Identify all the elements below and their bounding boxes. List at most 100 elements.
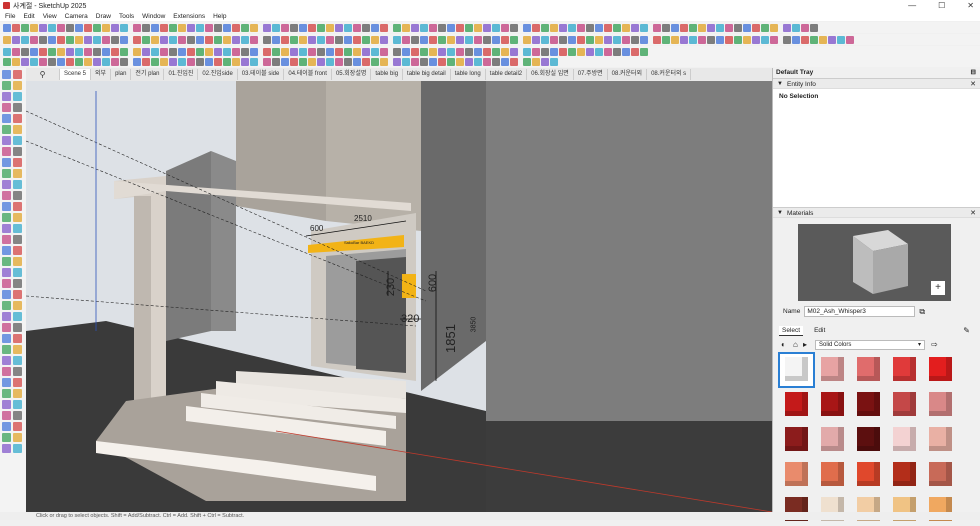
- scene-tab[interactable]: plan: [111, 69, 132, 80]
- tool-button-icon[interactable]: [393, 23, 401, 32]
- tool-button-icon[interactable]: [532, 58, 540, 66]
- tool-button-icon[interactable]: [438, 47, 446, 56]
- tool-button-icon[interactable]: [13, 92, 22, 101]
- tool-button-icon[interactable]: [510, 47, 518, 56]
- tool-button-icon[interactable]: [151, 47, 159, 56]
- tool-button-icon[interactable]: [169, 35, 177, 44]
- tool-button-icon[interactable]: [362, 23, 370, 32]
- tool-button-icon[interactable]: [21, 23, 29, 32]
- tool-button-icon[interactable]: [510, 23, 518, 32]
- tool-button-icon[interactable]: [205, 47, 213, 56]
- entity-info-header[interactable]: ▼ Entity Info ✕: [773, 78, 980, 89]
- tool-button-icon[interactable]: [523, 35, 531, 44]
- tool-button-icon[interactable]: [196, 58, 204, 66]
- tool-button-icon[interactable]: [689, 35, 697, 44]
- material-swatch[interactable]: [888, 424, 921, 456]
- tool-button-icon[interactable]: [622, 23, 630, 32]
- tool-button-icon[interactable]: [568, 47, 576, 56]
- tool-button-icon[interactable]: [142, 58, 150, 66]
- tool-button-icon[interactable]: [2, 356, 11, 365]
- tool-button-icon[interactable]: [93, 58, 101, 66]
- tool-button-icon[interactable]: [613, 47, 621, 56]
- tool-button-icon[interactable]: [13, 400, 22, 409]
- tool-button-icon[interactable]: [13, 334, 22, 343]
- tool-button-icon[interactable]: [2, 125, 11, 134]
- tool-button-icon[interactable]: [241, 58, 249, 66]
- material-swatch[interactable]: [780, 459, 813, 491]
- tool-button-icon[interactable]: [241, 47, 249, 56]
- tool-button-icon[interactable]: [411, 58, 419, 66]
- tool-button-icon[interactable]: [2, 334, 11, 343]
- tool-button-icon[interactable]: [66, 47, 74, 56]
- tool-button-icon[interactable]: [393, 58, 401, 66]
- tool-button-icon[interactable]: [75, 35, 83, 44]
- tool-button-icon[interactable]: [671, 23, 679, 32]
- tool-button-icon[interactable]: [308, 35, 316, 44]
- eyedropper-icon[interactable]: ✎: [963, 326, 970, 335]
- tool-button-icon[interactable]: [586, 47, 594, 56]
- material-swatch[interactable]: [852, 494, 885, 526]
- tool-button-icon[interactable]: [93, 23, 101, 32]
- scene-tab[interactable]: 08.커운터외 s: [647, 69, 692, 80]
- tool-button-icon[interactable]: [501, 47, 509, 56]
- tool-button-icon[interactable]: [640, 47, 648, 56]
- tool-button-icon[interactable]: [371, 35, 379, 44]
- tool-button-icon[interactable]: [631, 47, 639, 56]
- tool-button-icon[interactable]: [362, 58, 370, 66]
- material-swatch[interactable]: [924, 354, 957, 386]
- tool-button-icon[interactable]: [187, 58, 195, 66]
- tool-button-icon[interactable]: [48, 23, 56, 32]
- tool-button-icon[interactable]: [13, 147, 22, 156]
- tool-button-icon[interactable]: [483, 23, 491, 32]
- tool-button-icon[interactable]: [465, 23, 473, 32]
- tool-button-icon[interactable]: [2, 290, 11, 299]
- tool-button-icon[interactable]: [3, 23, 11, 32]
- tool-button-icon[interactable]: [250, 23, 258, 32]
- tool-button-icon[interactable]: [214, 47, 222, 56]
- tool-button-icon[interactable]: [290, 58, 298, 66]
- tool-button-icon[interactable]: [84, 35, 92, 44]
- tool-button-icon[interactable]: [640, 35, 648, 44]
- tool-button-icon[interactable]: [39, 23, 47, 32]
- tool-button-icon[interactable]: [39, 35, 47, 44]
- tool-button-icon[interactable]: [232, 23, 240, 32]
- tool-button-icon[interactable]: [120, 47, 128, 56]
- tool-button-icon[interactable]: [160, 23, 168, 32]
- tool-button-icon[interactable]: [178, 35, 186, 44]
- tool-button-icon[interactable]: [559, 23, 567, 32]
- tool-button-icon[interactable]: [743, 23, 751, 32]
- material-swatch[interactable]: [780, 424, 813, 456]
- tool-button-icon[interactable]: [290, 35, 298, 44]
- tool-button-icon[interactable]: [160, 58, 168, 66]
- tool-button-icon[interactable]: [456, 58, 464, 66]
- tool-button-icon[interactable]: [429, 35, 437, 44]
- tool-button-icon[interactable]: [810, 35, 818, 44]
- tool-button-icon[interactable]: [13, 290, 22, 299]
- tool-button-icon[interactable]: [734, 23, 742, 32]
- tool-button-icon[interactable]: [456, 35, 464, 44]
- material-options-icon[interactable]: ⧉: [919, 307, 925, 317]
- scene-search-icon[interactable]: ⚲: [26, 69, 60, 80]
- tool-button-icon[interactable]: [21, 47, 29, 56]
- tool-button-icon[interactable]: [205, 35, 213, 44]
- tool-button-icon[interactable]: [241, 23, 249, 32]
- tool-button-icon[interactable]: [2, 136, 11, 145]
- tool-button-icon[interactable]: [622, 47, 630, 56]
- tool-button-icon[interactable]: [111, 47, 119, 56]
- tool-button-icon[interactable]: [2, 444, 11, 453]
- tool-button-icon[interactable]: [299, 47, 307, 56]
- tool-button-icon[interactable]: [613, 23, 621, 32]
- tool-button-icon[interactable]: [272, 35, 280, 44]
- scene-tab[interactable]: table big: [371, 69, 404, 80]
- tool-button-icon[interactable]: [447, 58, 455, 66]
- material-collection-select[interactable]: Solid Colors ▾: [815, 340, 925, 350]
- tool-button-icon[interactable]: [353, 58, 361, 66]
- tool-button-icon[interactable]: [133, 47, 141, 56]
- tool-button-icon[interactable]: [353, 23, 361, 32]
- tool-button-icon[interactable]: [680, 35, 688, 44]
- tool-button-icon[interactable]: [241, 35, 249, 44]
- tool-button-icon[interactable]: [474, 35, 482, 44]
- tool-button-icon[interactable]: [344, 23, 352, 32]
- tool-button-icon[interactable]: [743, 35, 751, 44]
- tool-button-icon[interactable]: [281, 58, 289, 66]
